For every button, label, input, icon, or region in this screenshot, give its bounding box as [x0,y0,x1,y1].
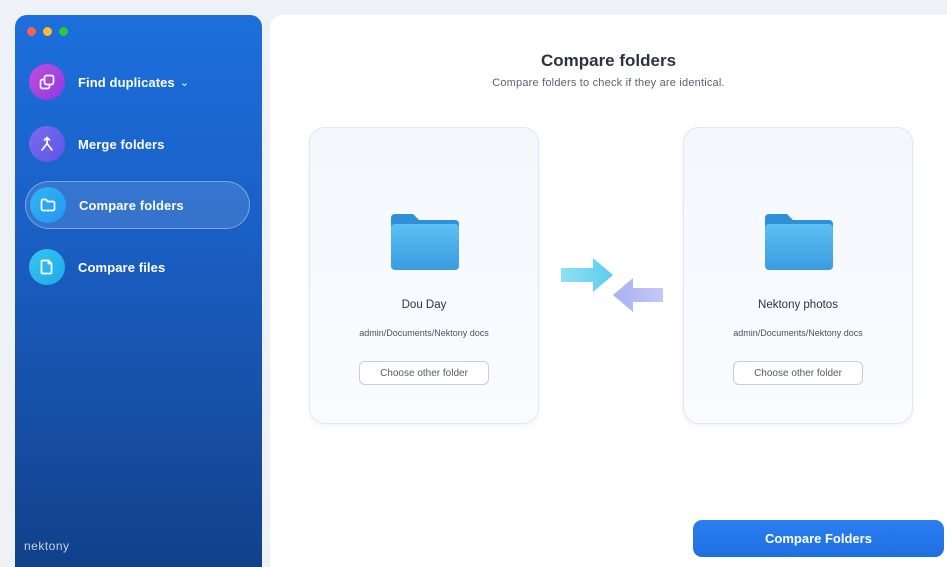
right-folder-card[interactable]: Nektony photos admin/Documents/Nektony d… [683,127,913,424]
sidebar-item-label: Merge folders [78,136,165,152]
window-controls [27,27,68,36]
sidebar-item-label: Compare folders [79,197,184,213]
folder-icon [391,214,459,270]
main-panel: Compare folders Compare folders to check… [270,15,947,567]
page-title: Compare folders [540,51,677,70]
zoom-window-button[interactable] [59,27,68,36]
folder-icon [30,187,66,223]
choose-other-folder-button[interactable]: Choose other folder [733,361,863,385]
sidebar-item-compare-files[interactable]: Compare files [25,243,250,291]
close-window-button[interactable] [27,27,36,36]
folder-path: admin/Documents/Nektony docs [359,328,489,338]
compare-folders-button[interactable]: Compare Folders [693,520,944,557]
sidebar-item-compare-folders[interactable]: Compare folders [25,181,250,229]
page-subtitle: Compare folders to check if they are ide… [492,77,725,89]
duplicate-icon [29,64,65,100]
chevron-down-icon: ⌄ [179,76,190,89]
merge-icon [29,126,65,162]
folder-path: admin/Documents/Nektony docs [733,328,863,338]
sidebar: Find duplicates ⌄ Merge folders Compare … [15,15,262,567]
folder-name: Dou Day [401,299,447,311]
sidebar-item-find-duplicates[interactable]: Find duplicates ⌄ [25,58,250,106]
sidebar-item-label: Find duplicates [78,74,175,90]
sidebar-item-merge-folders[interactable]: Merge folders [25,120,250,168]
file-icon [29,249,65,285]
compare-arrows-icon [561,258,663,312]
folder-name: Nektony photos [758,299,838,311]
choose-other-folder-button[interactable]: Choose other folder [359,361,489,385]
sidebar-item-label: Compare files [78,259,166,275]
brand-logo: nektony [24,539,70,553]
folder-icon [765,214,833,270]
left-folder-card[interactable]: Dou Day admin/Documents/Nektony docs Cho… [309,127,539,424]
minimize-window-button[interactable] [43,27,52,36]
